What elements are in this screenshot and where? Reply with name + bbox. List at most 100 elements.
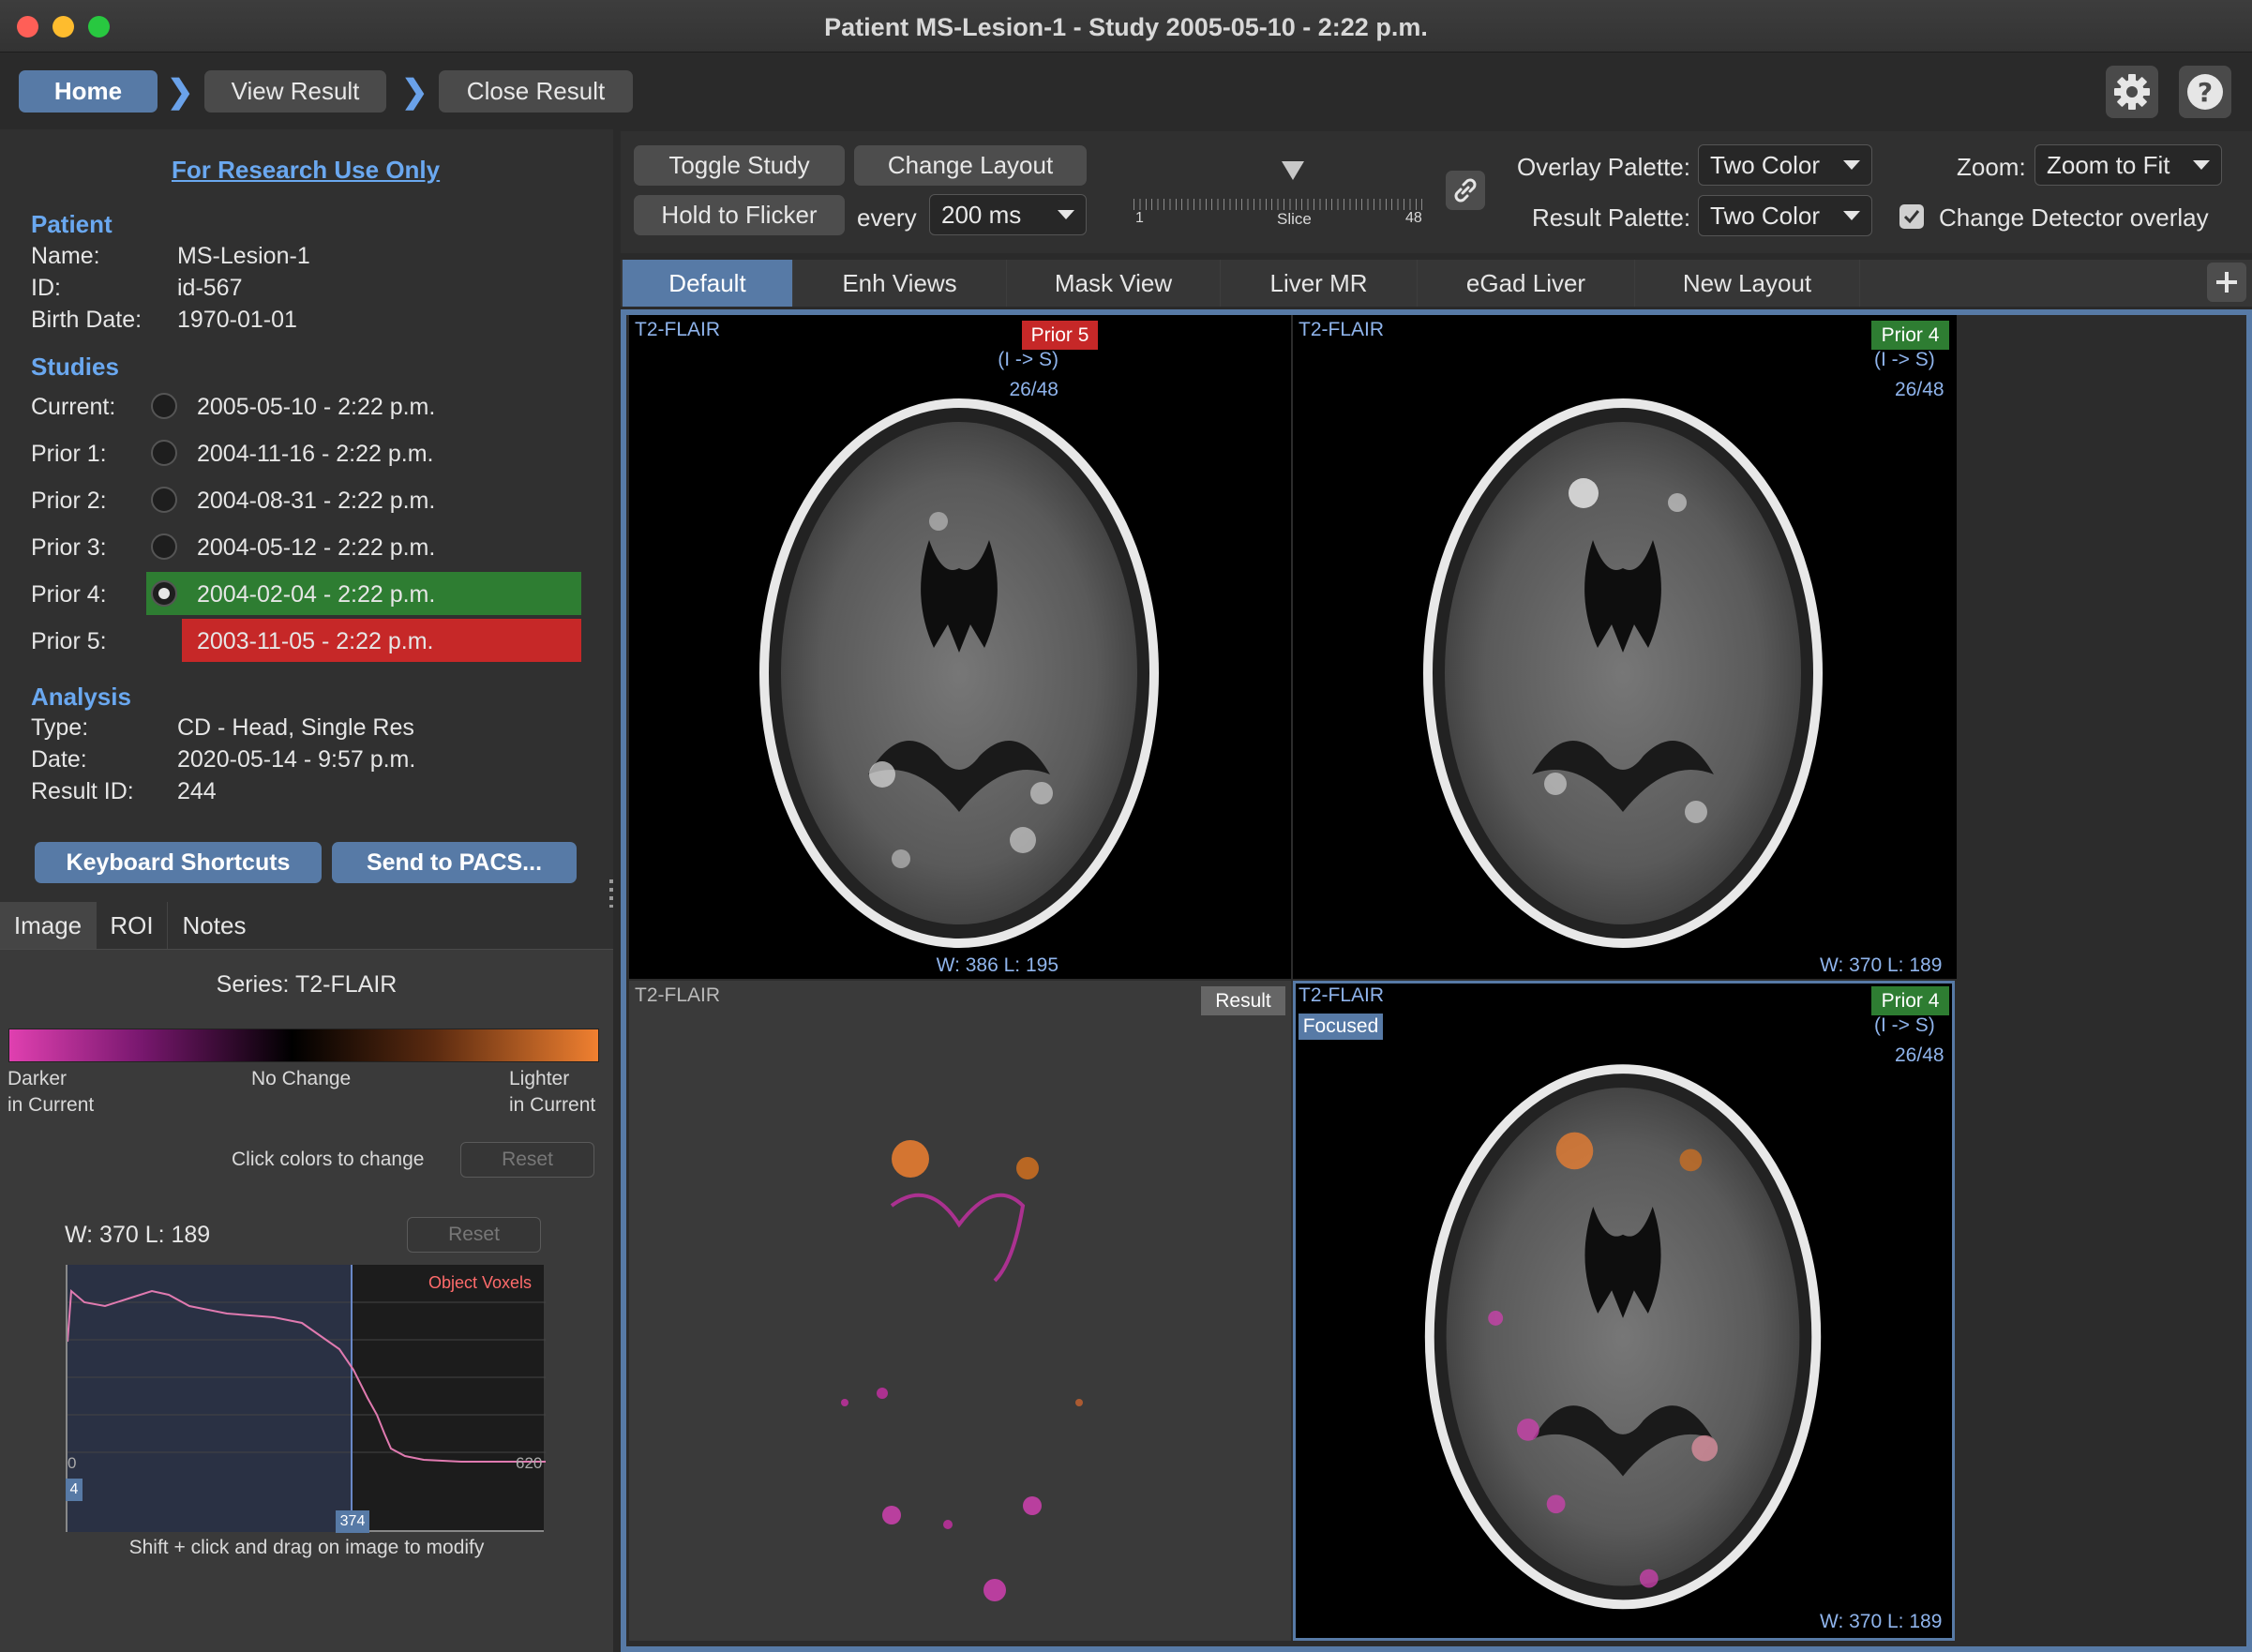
zoom-value: Zoom to Fit xyxy=(2047,151,2170,179)
study-label: Prior 4: xyxy=(31,581,107,608)
study-radio-prior1[interactable] xyxy=(151,440,177,466)
tab-default[interactable]: Default xyxy=(623,260,793,307)
flicker-interval-value: 200 ms xyxy=(941,201,1022,229)
focused-badge: Focused xyxy=(1299,1014,1383,1040)
analysis-date-label: Date: xyxy=(31,746,87,773)
study-radio-prior4[interactable] xyxy=(151,580,177,607)
chevron-down-icon xyxy=(1843,160,1860,170)
slice-ticks xyxy=(1134,199,1422,210)
study-date: 2004-08-31 - 2:22 p.m. xyxy=(197,488,436,514)
tab-egad-liver[interactable]: eGad Liver xyxy=(1418,260,1635,307)
title-bar: Patient MS-Lesion-1 - Study 2005-05-10 -… xyxy=(0,0,2252,53)
analysis-heading: Analysis xyxy=(31,683,131,711)
change-layout-button[interactable]: Change Layout xyxy=(854,145,1087,186)
window-level-label: W: 386 L: 195 xyxy=(936,954,1058,976)
viewport-bottom-left[interactable]: T2-FLAIR Result xyxy=(629,981,1291,1641)
histogram[interactable]: Object Voxels 0 620 4 374 xyxy=(66,1265,546,1533)
zoom-select[interactable]: Zoom to Fit xyxy=(2034,144,2222,186)
result-palette-select[interactable]: Two Color xyxy=(1698,195,1872,236)
tab-liver-mr[interactable]: Liver MR xyxy=(1221,260,1418,307)
study-label: Prior 5: xyxy=(31,628,107,654)
slice-min: 1 xyxy=(1135,210,1144,226)
study-badge: Prior 5 xyxy=(1022,321,1098,350)
window-title: Patient MS-Lesion-1 - Study 2005-05-10 -… xyxy=(824,13,1428,41)
tab-mask-view[interactable]: Mask View xyxy=(1007,260,1221,307)
panel-resize-handle[interactable] xyxy=(609,879,613,908)
study-date: 2004-02-04 - 2:22 p.m. xyxy=(197,581,436,608)
viewport-series-label: T2-FLAIR xyxy=(1299,319,1385,340)
slice-label: 26/48 xyxy=(1895,379,1944,400)
chevron-right-icon: ❯ xyxy=(401,74,428,110)
window-reset-button[interactable]: Reset xyxy=(407,1217,541,1253)
hold-to-flicker-button[interactable]: Hold to Flicker xyxy=(634,195,845,235)
add-layout-button[interactable] xyxy=(2207,263,2246,302)
histogram-high-marker[interactable]: 374 xyxy=(336,1510,369,1533)
tab-enh-views[interactable]: Enh Views xyxy=(793,260,1007,307)
study-label: Prior 3: xyxy=(31,534,107,561)
darker-label: Darker xyxy=(8,1068,68,1089)
birth-date-label: Birth Date: xyxy=(31,307,143,333)
toggle-study-button[interactable]: Toggle Study xyxy=(634,145,845,186)
study-label: Prior 1: xyxy=(31,441,107,467)
brain-image-prior5 xyxy=(759,398,1159,948)
patient-heading: Patient xyxy=(31,210,113,238)
slice-thumb[interactable] xyxy=(1282,161,1304,180)
patient-name-label: Name: xyxy=(31,243,100,269)
study-date: 2004-11-16 - 2:22 p.m. xyxy=(197,441,434,467)
patient-id-value: id-567 xyxy=(177,275,243,301)
viewport-bottom-right[interactable]: T2-FLAIR Focused Prior 4 (I -> S) 26/48 … xyxy=(1293,981,1955,1641)
viewport-empty-space xyxy=(1957,315,2246,979)
histogram-min: 0 xyxy=(68,1454,77,1472)
click-colors-hint: Click colors to change xyxy=(232,1149,425,1170)
window-level-readout: W: 370 L: 189 xyxy=(65,1222,211,1248)
study-radio-prior2[interactable] xyxy=(151,487,177,513)
patient-name-value: MS-Lesion-1 xyxy=(177,243,310,269)
home-button[interactable]: Home xyxy=(19,70,158,113)
tab-new-layout[interactable]: New Layout xyxy=(1635,260,1860,307)
help-button[interactable]: ? xyxy=(2179,66,2231,118)
study-badge: Prior 4 xyxy=(1871,321,1949,350)
overlay-palette-select[interactable]: Two Color xyxy=(1698,144,1872,186)
analysis-type-value: CD - Head, Single Res xyxy=(177,714,414,741)
orientation-label: (I -> S) xyxy=(1874,1014,1935,1036)
viewport-top-left[interactable]: T2-FLAIR Prior 5 (I -> S) 26/48 W: 386 L… xyxy=(629,315,1291,979)
brain-image-prior4 xyxy=(1423,398,1823,948)
overlay-palette-label: Overlay Palette: xyxy=(1517,153,1690,181)
tab-image[interactable]: Image xyxy=(0,902,96,949)
help-icon: ? xyxy=(2187,74,2223,110)
study-label: Prior 2: xyxy=(31,488,107,514)
patient-id-label: ID: xyxy=(31,275,61,301)
studies-heading: Studies xyxy=(31,353,119,381)
window-level-label: W: 370 L: 189 xyxy=(1820,954,1943,976)
link-views-button[interactable] xyxy=(1446,171,1485,210)
send-to-pacs-button[interactable]: Send to PACS... xyxy=(332,842,577,883)
keyboard-shortcuts-button[interactable]: Keyboard Shortcuts xyxy=(35,842,322,883)
birth-date-value: 1970-01-01 xyxy=(177,307,297,333)
study-radio-current[interactable] xyxy=(151,393,177,419)
settings-button[interactable] xyxy=(2106,66,2158,118)
zoom-label: Zoom: xyxy=(1957,153,2026,181)
no-change-label: No Change xyxy=(251,1068,352,1089)
svg-text:?: ? xyxy=(2198,77,2213,108)
histogram-low-marker[interactable]: 4 xyxy=(66,1479,83,1501)
result-change-map xyxy=(841,1140,1083,1601)
checkmark-icon xyxy=(1903,210,1920,224)
study-date: 2005-05-10 - 2:22 p.m. xyxy=(197,394,436,420)
change-detector-overlay-checkbox[interactable] xyxy=(1899,204,1924,229)
tab-notes[interactable]: Notes xyxy=(167,902,261,949)
research-use-link[interactable]: For Research Use Only xyxy=(172,156,440,185)
palette-reset-button[interactable]: Reset xyxy=(460,1142,594,1178)
close-result-button[interactable]: Close Result xyxy=(439,70,633,113)
palette-color-bar[interactable] xyxy=(8,1029,599,1062)
view-result-button[interactable]: View Result xyxy=(204,70,386,113)
link-icon xyxy=(1454,178,1477,203)
flicker-interval-select[interactable]: 200 ms xyxy=(929,194,1087,235)
viewport-top-right[interactable]: T2-FLAIR Prior 4 (I -> S) 26/48 W: 370 L… xyxy=(1293,315,2246,979)
chevron-down-icon xyxy=(1058,210,1074,219)
analysis-date-value: 2020-05-14 - 9:57 p.m. xyxy=(177,746,416,773)
study-radio-prior3[interactable] xyxy=(151,533,177,560)
chevron-down-icon xyxy=(1843,211,1860,220)
slice-slider[interactable]: 1 Slice 48 xyxy=(1134,152,1426,228)
tab-roi[interactable]: ROI xyxy=(96,902,167,949)
result-badge: Result xyxy=(1201,986,1285,1015)
